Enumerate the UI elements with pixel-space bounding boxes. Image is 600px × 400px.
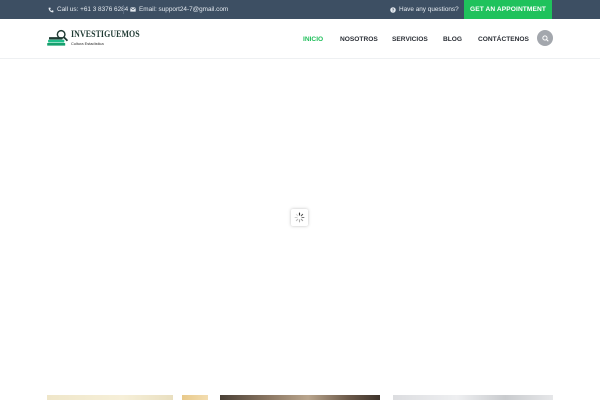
svg-text:?: ? bbox=[391, 7, 394, 12]
topbar-divider bbox=[123, 5, 124, 14]
question-circle-icon: ? bbox=[389, 6, 396, 13]
nav-item-servicios[interactable]: SERVICIOS bbox=[392, 19, 428, 59]
email-text: Email: support24-7@gmail.com bbox=[139, 6, 229, 13]
feature-image-2[interactable] bbox=[182, 395, 208, 400]
questions-contact[interactable]: ? Have any questions? bbox=[389, 0, 459, 19]
nav-item-contactenos[interactable]: CONTÁCTENOS bbox=[478, 19, 529, 59]
spinner-icon bbox=[294, 212, 305, 223]
main-nav: INICIO NOSOTROS SERVICIOS BLOG CONTÁCTEN… bbox=[0, 19, 600, 59]
email-contact[interactable]: Email: support24-7@gmail.com bbox=[129, 0, 228, 19]
questions-text: Have any questions? bbox=[399, 6, 459, 13]
search-button[interactable] bbox=[537, 30, 553, 46]
envelope-icon bbox=[129, 6, 136, 13]
search-icon bbox=[541, 34, 549, 42]
feature-image-4[interactable] bbox=[393, 395, 553, 400]
feature-image-3[interactable] bbox=[220, 395, 380, 400]
nav-item-blog[interactable]: BLOG bbox=[443, 19, 462, 59]
get-appointment-button[interactable]: GET AN APPOINTMENT bbox=[464, 0, 552, 19]
nav-item-nosotros[interactable]: NOSOTROS bbox=[340, 19, 378, 59]
phone-icon bbox=[47, 6, 54, 13]
phone-text: Call us: +61 3 8376 6284 bbox=[57, 6, 129, 13]
nav-item-inicio[interactable]: INICIO bbox=[303, 19, 323, 59]
phone-contact[interactable]: Call us: +61 3 8376 6284 bbox=[47, 0, 128, 19]
feature-image-1[interactable] bbox=[47, 395, 173, 400]
loading-indicator bbox=[291, 209, 308, 226]
top-bar: Call us: +61 3 8376 6284 Email: support2… bbox=[0, 0, 600, 19]
